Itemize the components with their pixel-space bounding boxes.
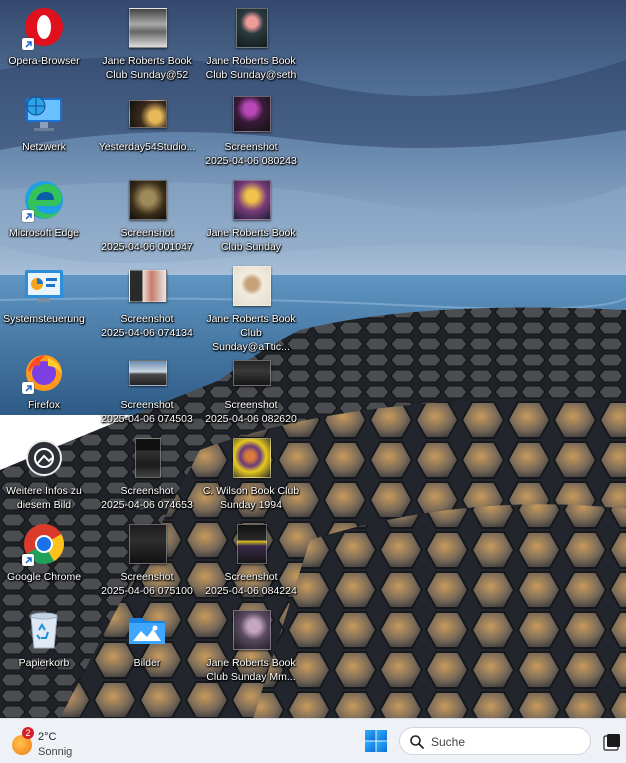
icon-label: Firefox — [27, 399, 61, 411]
desktop-icon-file[interactable]: Screenshot 2025-04-06 084224 — [201, 516, 301, 602]
desktop-icon-opera[interactable]: Opera-Browser — [0, 0, 94, 86]
image-thumbnail-icon — [125, 264, 169, 308]
weather-condition: Sonnig — [38, 746, 73, 758]
desktop-icon-pictures[interactable]: Bilder — [97, 602, 197, 688]
search-input[interactable]: Suche — [399, 727, 591, 755]
icon-label: Bilder — [133, 657, 161, 669]
desktop-icon-file[interactable]: Screenshot 2025-04-06 074653 — [97, 430, 197, 516]
network-icon — [22, 92, 66, 136]
image-thumbnail-icon — [229, 264, 273, 308]
shortcut-arrow-icon — [22, 210, 34, 222]
icon-label: Jane Roberts Book Club Sunday — [206, 227, 296, 253]
icon-label: Screenshot 2025-04-06 082620 — [205, 399, 297, 425]
weather-temperature: 2°C — [38, 731, 57, 743]
desktop-icon-file[interactable]: C. Wilson Book Club Sunday 1994 — [201, 430, 301, 516]
icon-label: Systemsteuerung — [3, 313, 85, 325]
camera-info-icon — [22, 436, 66, 480]
icon-label: Papierkorb — [18, 657, 70, 669]
desktop-icon-file[interactable]: Jane Roberts Book Club Sunday — [201, 172, 301, 258]
start-button[interactable] — [364, 729, 388, 753]
notification-badge: 2 — [22, 727, 34, 739]
image-thumbnail-icon — [229, 6, 273, 50]
task-view-icon — [603, 734, 620, 751]
image-thumbnail-icon — [229, 178, 273, 222]
icon-label: Weitere Infos zu diesem Bild — [6, 485, 82, 511]
icon-label: Yesterday54Studio... — [98, 141, 196, 153]
desktop-icon-network[interactable]: Netzwerk — [0, 86, 94, 172]
desktop[interactable]: Opera-Browser Netzwerk Microsoft Edge Sy… — [0, 0, 626, 718]
weather-widget[interactable]: 2 2°C Sonnig — [10, 725, 100, 759]
edge-icon — [22, 178, 66, 222]
shortcut-arrow-icon — [22, 38, 34, 50]
shortcut-arrow-icon — [22, 382, 34, 394]
image-thumbnail-icon — [229, 608, 273, 652]
desktop-icon-file[interactable]: Jane Roberts Book Club Sunday@aTtic... — [201, 258, 301, 353]
windows-start-icon — [365, 730, 387, 752]
task-view-button[interactable] — [603, 733, 621, 751]
image-thumbnail-icon — [229, 92, 273, 136]
opera-icon — [22, 6, 66, 50]
image-thumbnail-icon — [229, 522, 273, 566]
icon-label: Opera-Browser — [8, 55, 80, 67]
control-panel-icon — [22, 264, 66, 308]
image-thumbnail-icon — [125, 350, 169, 394]
shortcut-arrow-icon — [22, 554, 34, 566]
image-thumbnail-icon — [125, 178, 169, 222]
icon-label: Jane Roberts Book Club Sunday@seth — [205, 55, 297, 81]
desktop-icon-file[interactable]: Jane Roberts Book Club Sunday@52 — [97, 0, 197, 86]
icon-label: Screenshot 2025-04-06 001047 — [101, 227, 193, 253]
desktop-icon-file[interactable]: Screenshot 2025-04-06 074134 — [97, 258, 197, 344]
desktop-icon-file[interactable]: Screenshot 2025-04-06 075100 — [97, 516, 197, 602]
desktop-icon-control-panel[interactable]: Systemsteuerung — [0, 258, 94, 344]
desktop-icon-edge[interactable]: Microsoft Edge — [0, 172, 94, 258]
icon-label: Google Chrome — [6, 571, 82, 583]
icon-label: Jane Roberts Book Club Sunday@52 — [102, 55, 192, 81]
desktop-icon-wallpaper-info[interactable]: Weitere Infos zu diesem Bild — [0, 430, 94, 516]
desktop-icon-recycle-bin[interactable]: Papierkorb — [0, 602, 94, 688]
icon-label: Screenshot 2025-04-06 074503 — [101, 399, 193, 425]
image-thumbnail-icon — [125, 522, 169, 566]
desktop-icon-file[interactable]: Jane Roberts Book Club Sunday@seth — [201, 0, 301, 86]
desktop-icon-file[interactable]: Screenshot 2025-04-06 001047 — [97, 172, 197, 258]
icon-label: Screenshot 2025-04-06 075100 — [101, 571, 193, 597]
image-thumbnail-icon — [125, 6, 169, 50]
icon-label: Screenshot 2025-04-06 074134 — [101, 313, 193, 339]
image-thumbnail-icon — [125, 436, 169, 480]
taskbar: 2 2°C Sonnig Suche — [0, 718, 626, 763]
search-placeholder: Suche — [431, 735, 466, 749]
icon-label: Screenshot 2025-04-06 084224 — [205, 571, 297, 597]
search-icon — [410, 735, 424, 749]
desktop-icon-file[interactable]: Yesterday54Studio... — [97, 86, 197, 172]
desktop-icon-file[interactable]: Screenshot 2025-04-06 080243 — [201, 86, 301, 172]
desktop-icon-firefox[interactable]: Firefox — [0, 344, 94, 430]
icon-label: C. Wilson Book Club Sunday 1994 — [202, 485, 300, 511]
desktop-icon-chrome[interactable]: Google Chrome — [0, 516, 94, 602]
pictures-folder-icon — [125, 608, 169, 652]
chrome-icon — [22, 522, 66, 566]
desktop-icon-file[interactable]: Jane Roberts Book Club Sunday Mm... — [201, 602, 301, 688]
icon-label: Screenshot 2025-04-06 080243 — [205, 141, 297, 167]
icon-label: Netzwerk — [22, 141, 66, 153]
desktop-icon-file[interactable]: Screenshot 2025-04-06 082620 — [201, 344, 301, 430]
recycle-bin-icon — [22, 608, 66, 652]
image-thumbnail-icon — [229, 436, 273, 480]
icon-label: Microsoft Edge — [8, 227, 80, 239]
icon-label: Jane Roberts Book Club Sunday Mm... — [206, 657, 296, 683]
firefox-icon — [22, 350, 66, 394]
image-thumbnail-icon — [125, 92, 169, 136]
desktop-icon-file[interactable]: Screenshot 2025-04-06 074503 — [97, 344, 197, 430]
icon-label: Screenshot 2025-04-06 074653 — [101, 485, 193, 511]
image-thumbnail-icon — [229, 350, 273, 394]
